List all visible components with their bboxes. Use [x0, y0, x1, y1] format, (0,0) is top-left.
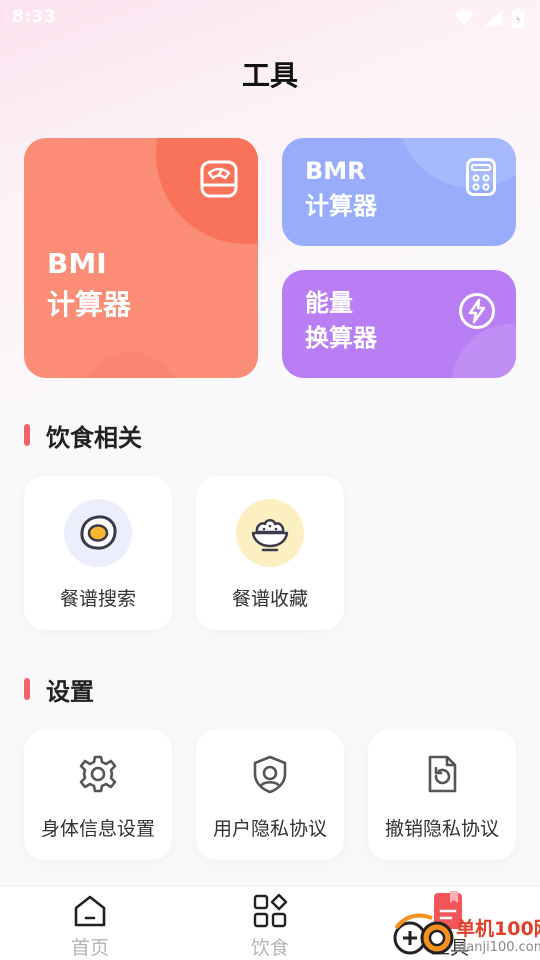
recipe-search-icon-bg: [64, 499, 132, 567]
page-title: 工具: [241, 59, 298, 92]
status-icons: [454, 8, 524, 28]
home-icon: [74, 895, 106, 927]
wifi-icon: [454, 10, 474, 25]
lightning-icon: [459, 293, 495, 329]
revoke-document-icon: [428, 755, 457, 793]
section-accent-bar: [24, 424, 30, 446]
energy-card-line2: 换算器: [305, 323, 377, 352]
fried-egg-icon: [80, 515, 117, 550]
bmi-card-line1: BMI: [47, 247, 107, 280]
tab-home[interactable]: 首页: [0, 887, 180, 960]
revoke-privacy-label: 撤销隐私协议: [384, 818, 499, 840]
energy-card-line1: 能量: [305, 289, 353, 317]
settings-section-title: 设置: [46, 677, 94, 706]
privacy-policy-label: 用户隐私协议: [212, 818, 327, 840]
card-decoration: [80, 352, 180, 378]
settings-section-header: 设置: [24, 674, 94, 706]
privacy-policy-tile[interactable]: 用户隐私协议: [196, 730, 344, 860]
body-info-settings-label: 身体信息设置: [40, 818, 155, 840]
diet-section-title: 饮食相关: [46, 423, 142, 452]
watermark-text: 单机100网: [456, 918, 540, 940]
card-decoration: [398, 138, 516, 188]
signal-icon: [484, 10, 502, 26]
bmi-card-line2: 计算器: [47, 287, 132, 321]
energy-card-title: 能量 换算器: [305, 286, 377, 356]
bmr-calculator-card[interactable]: BMR 计算器: [282, 138, 516, 246]
watermark-logo-icon: [393, 913, 454, 955]
tab-diet-label: 饮食: [250, 937, 289, 959]
energy-converter-card[interactable]: 能量 换算器: [282, 270, 516, 378]
grid-icon: [253, 893, 288, 928]
bmi-card-title: BMI 计算器: [47, 244, 131, 325]
site-watermark: 单机100网 danji100.com: [392, 906, 540, 960]
battery-icon: [512, 8, 524, 28]
diet-section-header: 饮食相关: [24, 420, 142, 452]
card-decoration: [452, 324, 516, 378]
status-time: 8:33: [12, 7, 57, 27]
recipe-search-label: 餐谱搜索: [59, 588, 136, 610]
recipe-search-tile[interactable]: 餐谱搜索: [24, 476, 172, 630]
recipe-favorites-tile[interactable]: 餐谱收藏: [196, 476, 344, 630]
gear-icon: [79, 755, 117, 793]
revoke-privacy-tile[interactable]: 撤销隐私协议: [368, 730, 516, 860]
recipe-favorites-icon-bg: [236, 499, 304, 567]
section-accent-bar: [24, 678, 30, 700]
watermark-subtext: danji100.com: [458, 940, 540, 955]
privacy-shield-icon: [253, 755, 287, 794]
rice-bowl-icon: [251, 519, 289, 552]
calculator-icon: [466, 158, 496, 196]
bmi-calculator-card[interactable]: BMI 计算器: [24, 138, 258, 378]
body-info-settings-tile[interactable]: 身体信息设置: [24, 730, 172, 860]
bmr-card-title: BMR 计算器: [305, 154, 377, 224]
status-bar: 8:33: [0, 0, 540, 36]
bmr-card-line1: BMR: [305, 157, 366, 185]
scale-icon: [200, 160, 238, 198]
recipe-favorites-label: 餐谱收藏: [231, 588, 308, 610]
tab-diet[interactable]: 饮食: [180, 887, 360, 960]
tab-home-label: 首页: [70, 937, 109, 959]
bmr-card-line2: 计算器: [305, 191, 377, 220]
